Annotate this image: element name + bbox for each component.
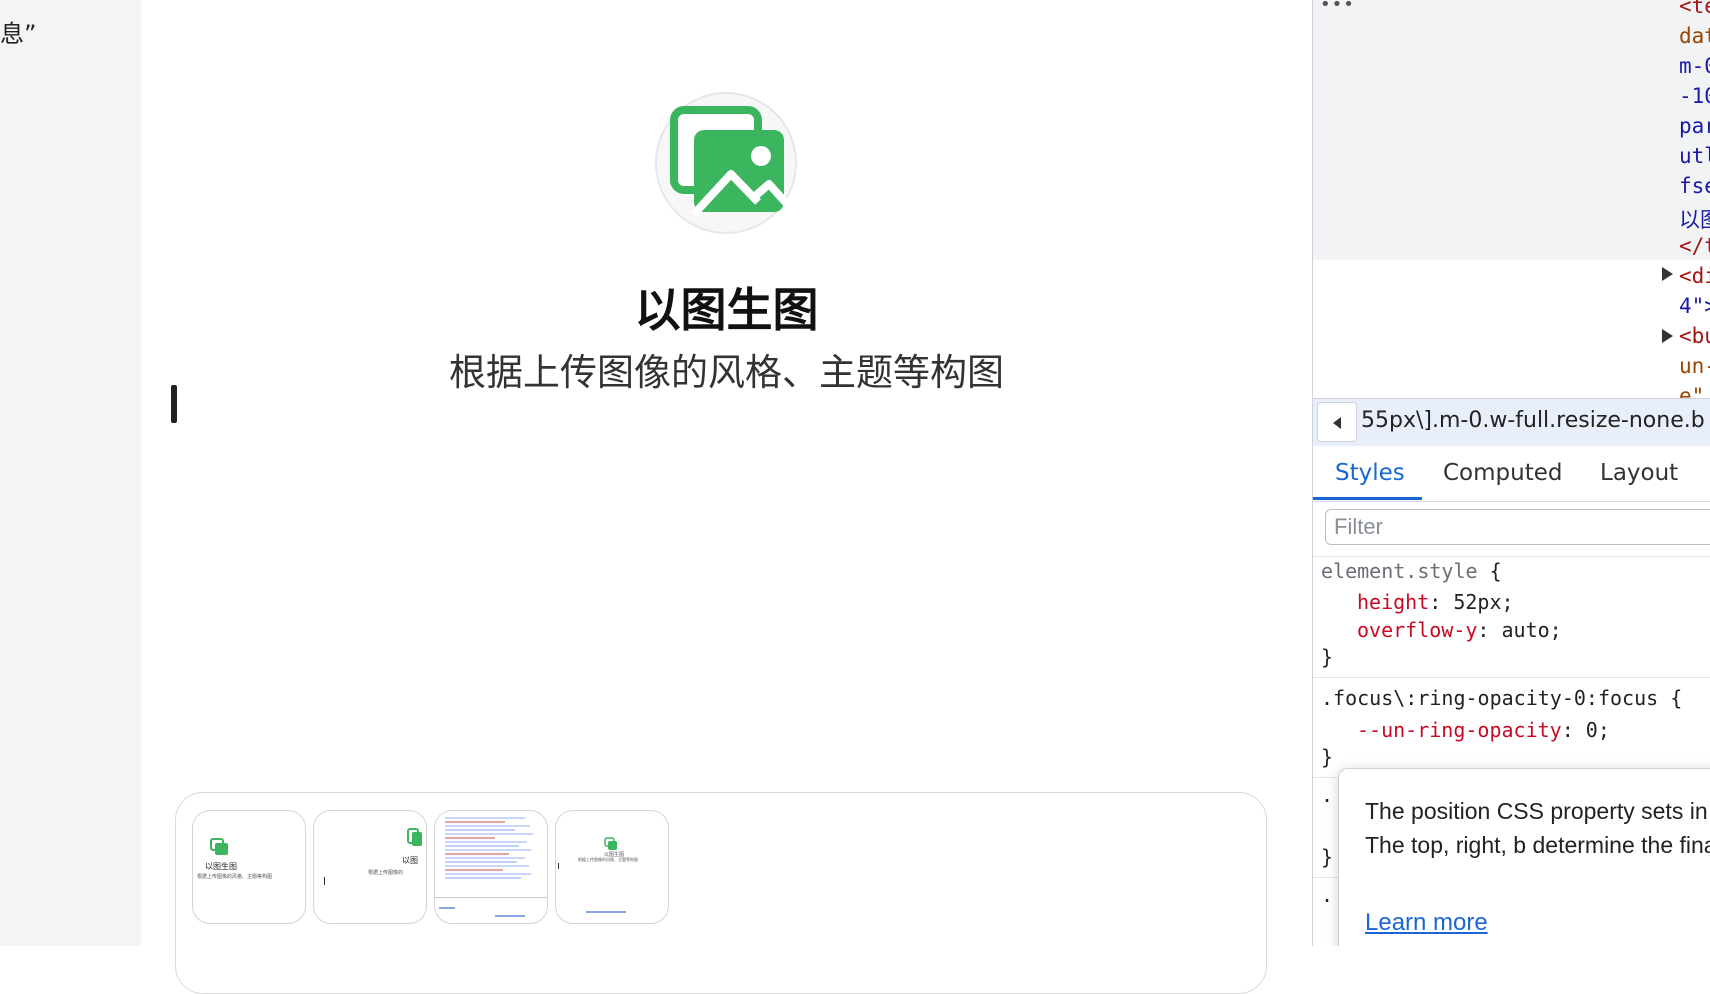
breadcrumb-text[interactable]: 55px\].m-0.w-full.resize-none.b	[1361, 408, 1705, 433]
active-tab-indicator	[1313, 497, 1422, 500]
rule-selector-partial[interactable]: .	[1321, 783, 1333, 807]
css-property-tooltip: The position CSS property sets in a docu…	[1338, 768, 1710, 946]
image-icon	[210, 838, 228, 855]
expand-triangle-icon[interactable]	[1662, 267, 1673, 281]
main-content: 以图生图 根据上传图像的风格、主题等构图 以图生图 根据上传图像的风格、主题等构…	[141, 0, 1312, 994]
selected-node-highlight	[1313, 0, 1710, 260]
thumbnail-subtitle: 根据上传图像的风格、主题等构图	[197, 874, 273, 880]
app-logo	[655, 92, 797, 234]
dom-node-line[interactable]: 4">	[1679, 294, 1710, 318]
dom-node-line[interactable]: dat	[1679, 24, 1710, 48]
breadcrumb-back-button[interactable]	[1317, 402, 1357, 442]
caret-mark	[324, 877, 325, 885]
code-preview	[445, 815, 535, 879]
dom-node-line[interactable]: fse	[1679, 174, 1710, 198]
left-panel: 息”	[0, 0, 141, 946]
image-thumbnail[interactable]: 以图生图 根据上传图像的风格、主题等构图	[192, 810, 306, 924]
image-stack-icon	[670, 106, 790, 217]
breadcrumb: 55px\].m-0.w-full.resize-none.b	[1313, 398, 1710, 446]
rule-close-brace: }	[1321, 745, 1334, 769]
dom-node-line[interactable]: -10	[1679, 84, 1710, 108]
more-icon[interactable]: •••	[1320, 0, 1355, 15]
rule-close-brace: }	[1321, 645, 1334, 669]
learn-more-link[interactable]: Learn more	[1365, 909, 1488, 937]
dom-node-line[interactable]: <di	[1679, 264, 1710, 288]
expand-triangle-icon[interactable]	[1662, 329, 1673, 343]
image-thumbnail[interactable]	[434, 810, 548, 924]
filter-input[interactable]	[1325, 509, 1710, 545]
dom-node-line[interactable]: par	[1679, 114, 1710, 138]
text-input-caret[interactable]	[171, 385, 177, 423]
dom-node-line[interactable]: <te	[1679, 0, 1710, 18]
page-title: 以图生图	[634, 283, 819, 337]
css-declaration[interactable]: height: 52px;	[1357, 590, 1514, 614]
filter-row	[1313, 502, 1710, 557]
rule-close-brace: }	[1321, 845, 1334, 869]
dom-node-line[interactable]: <bu	[1679, 324, 1710, 348]
dom-node-line[interactable]: m-0	[1679, 54, 1710, 78]
image-icon	[407, 828, 422, 846]
tooltip-text: The position CSS property sets in a docu…	[1365, 798, 1710, 858]
thumbnail-title: 以图生图	[205, 862, 237, 871]
rule-selector-partial[interactable]: .	[1321, 883, 1333, 907]
dom-node-line[interactable]: </t	[1679, 234, 1710, 258]
image-icon	[604, 837, 617, 850]
rule-selector[interactable]: .focus\:ring-opacity-0:focus {	[1321, 686, 1682, 710]
tab-styles[interactable]: Styles	[1335, 460, 1405, 486]
dom-node-line[interactable]: 以图	[1679, 204, 1710, 234]
dom-node-line[interactable]: un-	[1679, 354, 1710, 378]
tab-layout[interactable]: Layout	[1600, 460, 1678, 486]
dom-node-line[interactable]: utl	[1679, 144, 1710, 168]
chat-snippet-text: 息”	[0, 20, 37, 48]
tab-computed[interactable]: Computed	[1443, 460, 1562, 486]
rule-selector[interactable]: element.style {	[1321, 559, 1502, 583]
elements-tree[interactable]: ••• <te dat m-0 -10 par utl fse 以图</t <di 4"> <bu u…	[1313, 0, 1710, 408]
css-declaration[interactable]: --un-ring-opacity: 0;	[1357, 718, 1610, 742]
thumbnail-title: 以图	[402, 856, 418, 865]
thumbnail-subtitle: 根据上传图像的	[368, 870, 404, 876]
attachment-panel: 以图生图 根据上传图像的风格、主题等构图 以图 根据上传图像的 以图生图 根据上…	[175, 792, 1267, 994]
page-subtitle: 根据上传图像的风格、主题等构图	[449, 351, 1004, 394]
styles-tabs: Styles Computed Layout	[1313, 446, 1710, 502]
css-declaration[interactable]: overflow-y: auto;	[1357, 618, 1562, 642]
image-thumbnail[interactable]: 以图生图 根据上传图像的风格、主题等构图	[555, 810, 669, 924]
devtools-panel: ••• <te dat m-0 -10 par utl fse 以图</t <di 4"> <bu u…	[1312, 0, 1710, 946]
image-thumbnail[interactable]: 以图 根据上传图像的	[313, 810, 427, 924]
thumbnail-subtitle: 根据上传图像的风格、主题等构图	[578, 857, 638, 862]
rule-divider	[1313, 677, 1710, 678]
